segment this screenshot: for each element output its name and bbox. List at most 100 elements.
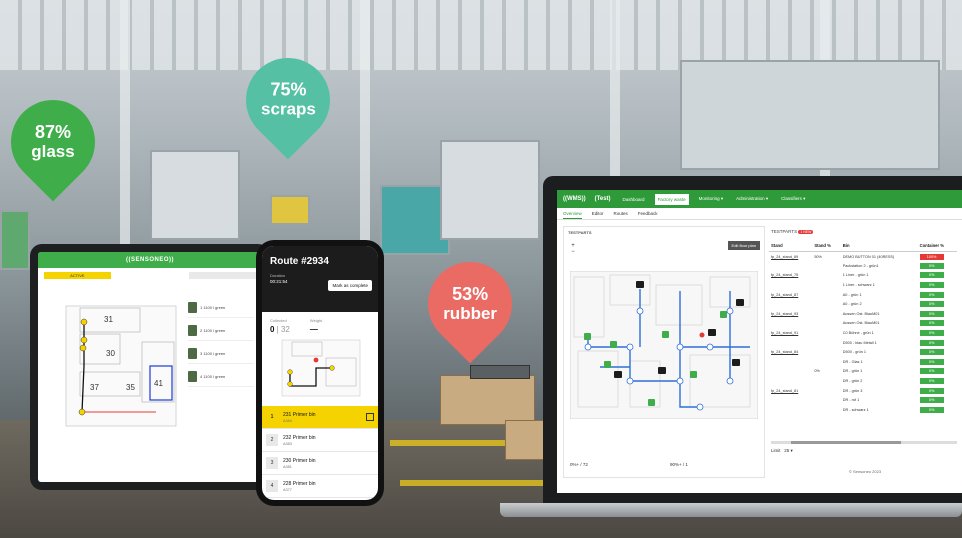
table-row[interactable]: A0 - grün 2 0% [769, 299, 957, 309]
bin-cell: DR - Glas 1 [842, 359, 863, 364]
tab-editor[interactable]: Editor [592, 209, 604, 218]
column-header-bin[interactable]: Bin [840, 240, 918, 252]
stand-pct-cell [812, 309, 840, 319]
container-pct-cell: 0% [918, 271, 957, 281]
mark-complete-button[interactable]: Mark as complete [328, 280, 372, 291]
route-stop-item[interactable]: 4 228 Primer bin A377 [262, 475, 378, 498]
factory-floor-plan-map[interactable] [570, 271, 758, 419]
stand-cell[interactable] [769, 338, 812, 348]
tab-feedback[interactable]: Feedback [638, 209, 658, 218]
limit-selector[interactable]: Limit 25 ▾ [771, 448, 793, 454]
factory-machine [270, 195, 310, 225]
stand-cell[interactable]: fp_24_stand_75 [769, 271, 812, 281]
stand-cell[interactable] [769, 299, 812, 309]
list-item[interactable]: 1 1100 l green [188, 298, 254, 318]
nav-dashboard[interactable]: Dashboard [620, 194, 648, 205]
table-row[interactable]: fp_24_stand_81 DR - grün 3 0% [769, 386, 957, 396]
tablet-tab[interactable] [117, 272, 184, 279]
bin-cell: Aussen Ost. BlauM01 [842, 321, 880, 326]
container-pct-badge: 100% [919, 253, 944, 260]
stand-cell[interactable] [769, 395, 812, 405]
list-item[interactable]: 2 1100 l green [188, 321, 254, 341]
route-stop-item[interactable]: 2 232 Primer bin A383 [262, 429, 378, 452]
stand-cell[interactable] [769, 280, 812, 290]
stand-cell[interactable]: fp_24_stand_93 [769, 309, 812, 319]
phone-device: Route #2934 Duration 00:21:54 Mark as co… [256, 240, 384, 506]
stand-cell[interactable] [769, 357, 812, 367]
phone-screen: Route #2934 Duration 00:21:54 Mark as co… [262, 246, 378, 500]
stand-cell[interactable]: fp_24_stand_91 [769, 328, 812, 338]
bin-label: 4 1100 l green [200, 374, 226, 379]
table-row[interactable]: fp_24_stand_91 C0 Bühne - grün 1 0% [769, 328, 957, 338]
bin-cell: 1 Liner - schwarz 1 [842, 283, 875, 288]
table-row[interactable]: DR - Glas 1 0% [769, 357, 957, 367]
nav-monitoring[interactable]: Monitoring ▾ [696, 193, 727, 205]
stand-cell[interactable] [769, 405, 812, 415]
table-row[interactable]: fp_24_stand_89 50% DEMO BUTTON 01 (40RESS)… [769, 252, 957, 262]
table-row[interactable]: DR - schwarz 1 0% [769, 405, 957, 415]
scan-icon[interactable] [366, 413, 374, 421]
table-row[interactable]: DR - grün 2 0% [769, 376, 957, 386]
stand-cell[interactable] [769, 261, 812, 271]
bin-cell: DR - rot 1 [842, 398, 860, 403]
stop-code: A383 [283, 441, 292, 446]
route-stop-item[interactable]: 1 231 Primer bin A384 [262, 406, 378, 429]
table-row[interactable]: fp_24_stand_87 A0 - grün 1 0% [769, 290, 957, 300]
tab-routes[interactable]: Routes [614, 209, 628, 218]
limit-label: Limit [771, 448, 781, 453]
list-item[interactable]: 3 1100 l green [188, 344, 254, 364]
collected-label: Collected [270, 318, 287, 323]
laptop-device: ((WMS)) (Test) Dashboard Factory waste M… [543, 176, 962, 506]
table-row[interactable]: fp_24_stand_93 Aussen Ost. BlauM01 0% [769, 309, 957, 319]
tablet-floor-plan[interactable]: 31 30 37 35 41 [46, 300, 186, 432]
bin-cell: DEMO BUTTON 01 (40RESS) [842, 254, 895, 259]
zoom-out-button[interactable]: − [569, 249, 577, 255]
stand-cell[interactable]: fp_24_stand_84 [769, 347, 812, 357]
table-row[interactable]: DR - rot 1 0% [769, 395, 957, 405]
edit-floor-plan-button[interactable]: Edit floor plan [727, 241, 760, 250]
nav-classifiers[interactable]: Classifiers ▾ [778, 193, 808, 205]
table-row[interactable]: Aussen Ost. BlauM01 0% [769, 319, 957, 329]
table-row[interactable]: D500 - blau Metall 1 0% [769, 338, 957, 348]
stand-cell[interactable]: fp_24_stand_89 [769, 252, 812, 262]
tablet-tabs: ACTIVE [38, 268, 262, 283]
stand-cell[interactable] [769, 319, 812, 329]
table-row[interactable]: fp_24_stand_84 D500 - grün 1 0% [769, 347, 957, 357]
tablet-tab-active[interactable]: ACTIVE [44, 272, 111, 279]
stand-cell[interactable] [769, 376, 812, 386]
stand-cell[interactable] [769, 367, 812, 377]
nav-factory-waste[interactable]: Factory waste [654, 193, 689, 205]
horizontal-scrollbar[interactable] [771, 441, 957, 444]
stop-number: 4 [266, 480, 278, 492]
stand-pct-cell: 0% [814, 369, 820, 374]
bin-label: 2 1100 l green [200, 328, 226, 333]
plan-label: 31 [104, 315, 113, 324]
list-item[interactable]: 4 1100 l green [188, 367, 254, 387]
nav-administration[interactable]: Administration ▾ [733, 193, 771, 205]
container-pct-badge: 0% [919, 310, 944, 317]
column-header-container-pct[interactable]: Container % [917, 240, 957, 252]
bin-icon [188, 371, 197, 382]
container-pct-badge: 0% [919, 301, 944, 308]
table-row[interactable]: fp_24_stand_75 1 Liner - grün 1 0% [769, 271, 957, 281]
column-header-stand[interactable]: Stand [769, 240, 813, 252]
phone-floor-plan[interactable] [276, 338, 364, 398]
stand-pct-cell [812, 290, 840, 300]
floor-plan-panel: TESTPARTS Edit floor plan + − 0%+ / 72 9… [563, 226, 765, 478]
route-stop-item[interactable]: 3 230 Primer bin A381 [262, 452, 378, 475]
container-pct-badge: 0% [919, 397, 944, 404]
stand-cell[interactable]: fp_24_stand_87 [769, 290, 812, 300]
container-pct-badge: 0% [919, 349, 944, 356]
column-header-stand-pct[interactable]: Stand % [812, 240, 841, 252]
container-pct-badge: 0% [919, 291, 944, 298]
stand-cell[interactable]: fp_24_stand_81 [769, 386, 812, 396]
cardboard-box [440, 375, 535, 425]
bin-cell: DR - schwarz 1 [842, 407, 869, 412]
tab-overview[interactable]: Overview [563, 209, 582, 219]
wms-logo[interactable]: ((WMS)) [563, 196, 586, 202]
limit-value: 25 [784, 448, 790, 453]
tablet-tab[interactable] [189, 272, 257, 279]
table-row[interactable]: 0% DR - grün 1 0% [769, 367, 957, 377]
table-row[interactable]: 1 Liner - schwarz 1 0% [769, 280, 957, 290]
table-row[interactable]: Packstation 2 - grün1 0% [769, 261, 957, 271]
